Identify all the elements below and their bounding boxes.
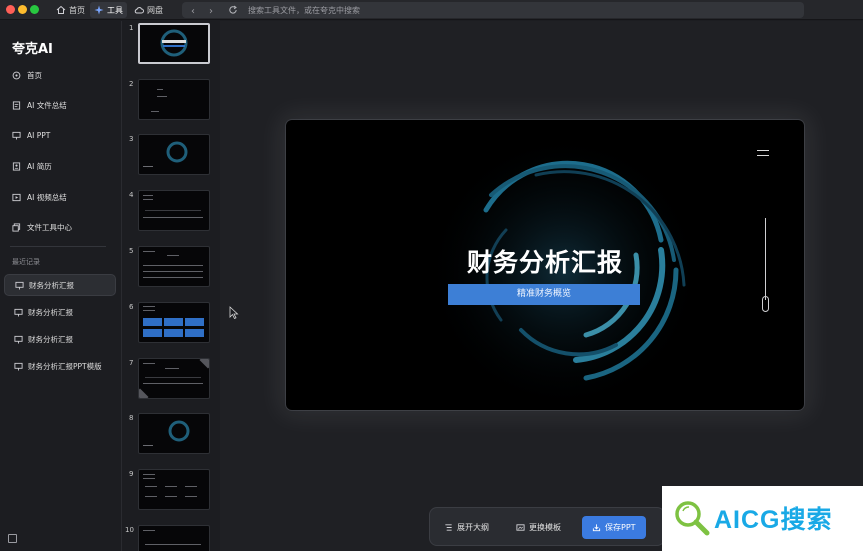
tab-tools-label: 工具 [107, 5, 123, 15]
title-bar: 首页 工具 网盘 ‹ › 搜索工具文件，或在夸克中搜索 [0, 0, 863, 20]
watermark: AICG搜索 [662, 486, 863, 551]
search-input[interactable]: 搜索工具文件，或在夸克中搜索 [248, 5, 360, 16]
recent-item-label: 财务分析汇报 [28, 334, 73, 344]
thumb-swirl-graphic [143, 141, 188, 167]
sidebar-toggle-icon[interactable] [8, 534, 17, 543]
slide-thumbnail[interactable] [138, 79, 210, 120]
recent-item-label: 财务分析汇报 [28, 307, 73, 317]
recent-section-label: 最近记录 [12, 258, 40, 266]
sidebar-item-label: AI 文件总结 [27, 100, 67, 110]
thumb-number: 4 [129, 191, 134, 199]
slide-thumbnail[interactable] [138, 469, 210, 510]
video-icon [12, 193, 21, 201]
recent-item[interactable]: 财务分析汇报PPT模版 [4, 355, 116, 377]
document-icon [12, 100, 21, 110]
cloud-icon [134, 7, 144, 14]
thumb-number: 7 [129, 359, 134, 367]
forward-icon[interactable]: › [204, 5, 218, 19]
back-icon[interactable]: ‹ [186, 5, 200, 19]
brand-title: 夸克AI [12, 42, 53, 57]
thumb-number: 8 [129, 414, 134, 422]
slide-scroll-track [765, 218, 766, 300]
thumb-number: 9 [129, 470, 134, 478]
save-ppt-label: 保存PPT [605, 523, 636, 532]
template-icon [516, 524, 525, 531]
presentation-icon [15, 281, 24, 290]
presentation-icon [12, 131, 21, 140]
close-window-button[interactable] [6, 5, 15, 14]
refresh-icon[interactable] [228, 5, 238, 15]
watermark-text: AICG搜索 [714, 506, 833, 534]
tab-drive[interactable]: 网盘 [130, 2, 167, 18]
thumb-number: 10 [125, 526, 134, 534]
slide-thumbnail[interactable] [138, 190, 210, 231]
recent-item[interactable]: 财务分析汇报 [4, 301, 116, 323]
home-icon [56, 5, 66, 14]
toolbox-icon [12, 222, 21, 232]
sidebar-item-label: AI 简历 [27, 161, 52, 171]
menu-icon[interactable] [757, 150, 769, 156]
presentation-icon [14, 362, 23, 371]
presentation-icon [14, 308, 23, 317]
minimize-window-button[interactable] [18, 5, 27, 14]
maximize-window-button[interactable] [30, 5, 39, 14]
slide-subtitle-banner: 精准财务概览 [448, 284, 640, 305]
recent-item-label: 财务分析汇报PPT模版 [28, 361, 102, 371]
thumb-number: 5 [129, 247, 134, 255]
slide-canvas: 财务分析汇报 精准财务概览 [220, 21, 863, 551]
save-ppt-button[interactable]: 保存PPT [582, 516, 646, 539]
sidebar-item-label: AI 视频总结 [27, 192, 67, 202]
sidebar-item-file-tools[interactable]: 文件工具中心 [12, 220, 72, 234]
slide-thumbnail[interactable] [138, 358, 210, 399]
slide-thumbnail[interactable] [138, 525, 210, 551]
thumb-number: 3 [129, 135, 134, 143]
slide-thumbnail[interactable] [138, 302, 210, 343]
slide-scroll-handle[interactable] [762, 296, 769, 312]
thumb-number: 6 [129, 303, 134, 311]
sidebar-divider [10, 246, 106, 247]
thumb-swirl-graphic [143, 420, 190, 446]
sidebar-item-label: 首页 [27, 70, 42, 80]
slide-thumbnail-panel: 1 2 3 4 5 6 7 8 9 10 [123, 21, 219, 551]
magnifier-logo-icon [675, 501, 710, 536]
tab-home-label: 首页 [69, 5, 85, 15]
tab-home[interactable]: 首页 [52, 2, 89, 18]
thumb-number: 2 [129, 80, 134, 88]
sidebar: 夸克AI 首页 AI 文件总结 AI PPT AI 简历 AI 视频总结 文件工… [0, 21, 122, 551]
expand-outline-label: 展开大纲 [457, 523, 489, 532]
outline-icon [445, 524, 452, 531]
sidebar-item-ai-file-summary[interactable]: AI 文件总结 [12, 98, 67, 112]
change-template-label: 更换模板 [529, 523, 561, 532]
thumb-number: 1 [129, 24, 134, 32]
recent-item[interactable]: 财务分析汇报 [4, 274, 116, 296]
sparkle-icon [94, 5, 104, 15]
slide-preview[interactable]: 财务分析汇报 精准财务概览 [286, 120, 804, 410]
slide-thumbnail[interactable] [138, 23, 210, 64]
home-icon [12, 71, 21, 79]
slide-thumbnail[interactable] [138, 246, 210, 287]
expand-outline-button[interactable]: 展开大纲 [444, 516, 489, 539]
sidebar-item-ai-video-summary[interactable]: AI 视频总结 [12, 190, 67, 204]
mouse-cursor-icon [229, 306, 239, 319]
resume-icon [12, 161, 21, 171]
recent-item[interactable]: 财务分析汇报 [4, 328, 116, 350]
slide-title: 财务分析汇报 [466, 248, 623, 277]
change-template-button[interactable]: 更换模板 [516, 516, 561, 539]
slide-thumbnail[interactable] [138, 134, 210, 175]
tab-tools[interactable]: 工具 [90, 2, 127, 18]
sidebar-item-ai-ppt[interactable]: AI PPT [12, 128, 50, 142]
address-bar[interactable]: ‹ › 搜索工具文件，或在夸克中搜索 [182, 2, 804, 18]
recent-item-label: 财务分析汇报 [29, 280, 74, 290]
thumb-swirl-graphic [160, 29, 188, 57]
sidebar-item-home[interactable]: 首页 [12, 68, 42, 82]
presentation-icon [14, 335, 23, 344]
sidebar-item-label: AI PPT [27, 130, 51, 140]
tab-drive-label: 网盘 [147, 5, 163, 15]
slide-thumbnail[interactable] [138, 413, 210, 454]
sidebar-item-ai-resume[interactable]: AI 简历 [12, 159, 52, 173]
save-icon [592, 524, 601, 532]
sidebar-item-label: 文件工具中心 [27, 222, 72, 232]
bottom-toolbar: 展开大纲 更换模板 保存PPT [429, 507, 665, 546]
